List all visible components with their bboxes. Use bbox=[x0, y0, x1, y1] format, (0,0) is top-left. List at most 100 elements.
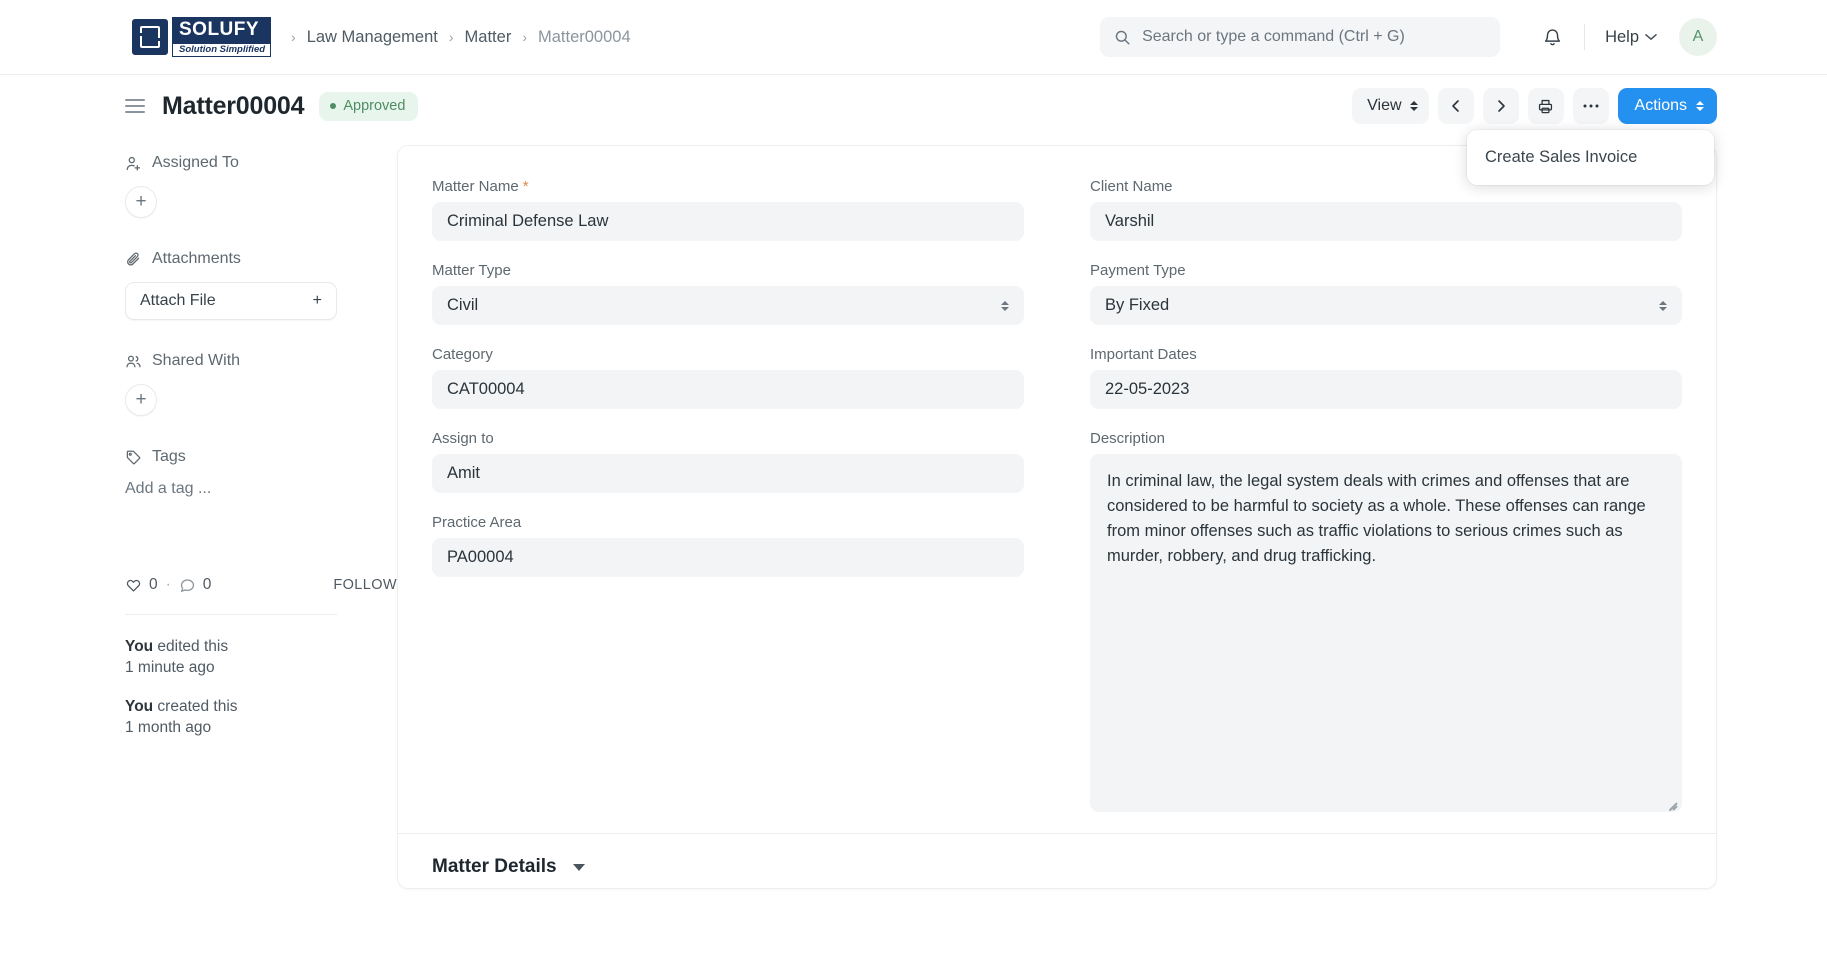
field-important-dates: Important Dates 22-05-2023 bbox=[1090, 346, 1682, 409]
shared-with-header: Shared With bbox=[125, 352, 397, 370]
help-menu[interactable]: Help bbox=[1599, 28, 1663, 47]
field-label: Payment Type bbox=[1090, 262, 1682, 279]
matter-details-title: Matter Details bbox=[432, 856, 557, 877]
description-text: In criminal law, the legal system deals … bbox=[1107, 472, 1646, 566]
chevron-up-down-icon bbox=[1659, 300, 1667, 311]
description-textarea[interactable]: In criminal law, the legal system deals … bbox=[1090, 454, 1682, 812]
comment-button[interactable]: 0 bbox=[179, 576, 212, 594]
follow-button[interactable]: FOLLOW bbox=[333, 577, 397, 593]
brand-title: SOLUFY bbox=[172, 16, 272, 43]
activity-time: 1 minute ago bbox=[125, 658, 215, 676]
payment-type-label: Payment Type bbox=[1090, 262, 1186, 279]
field-client-name: Client Name Varshil bbox=[1090, 178, 1682, 241]
top-navbar: SOLUFY Solution Simplified › Law Managem… bbox=[0, 0, 1827, 75]
breadcrumb-item-law-management[interactable]: Law Management bbox=[307, 28, 438, 47]
chevron-left-icon bbox=[1449, 99, 1463, 113]
field-label: Assign to bbox=[432, 430, 1024, 447]
description-label: Description bbox=[1090, 430, 1166, 447]
like-button[interactable]: 0 bbox=[125, 576, 158, 594]
form-column-right: Client Name Varshil Payment Type By Fixe… bbox=[1090, 178, 1682, 833]
important-dates-input[interactable]: 22-05-2023 bbox=[1090, 370, 1682, 409]
add-share-button[interactable]: + bbox=[125, 384, 157, 416]
add-tag-input[interactable]: Add a tag ... bbox=[125, 480, 397, 498]
shared-with-section: Shared With + bbox=[125, 352, 397, 416]
brand-tagline: Solution Simplified bbox=[172, 42, 272, 58]
tags-label: Tags bbox=[152, 448, 186, 465]
resize-handle[interactable] bbox=[1665, 795, 1678, 812]
attachments-section: Attachments Attach File + bbox=[125, 250, 397, 320]
tag-icon bbox=[125, 449, 142, 466]
sidebar-toggle-icon[interactable] bbox=[125, 99, 145, 113]
form-grid: Matter Name * Criminal Defense Law Matte… bbox=[432, 178, 1682, 833]
more-options-button[interactable] bbox=[1572, 88, 1609, 124]
print-button[interactable] bbox=[1527, 88, 1564, 124]
search-container[interactable] bbox=[1100, 17, 1501, 57]
actions-dropdown-menu: Create Sales Invoice bbox=[1467, 130, 1714, 185]
page-header-actions: View Actions bbox=[1352, 88, 1717, 124]
matter-name-input[interactable]: Criminal Defense Law bbox=[432, 202, 1024, 241]
status-dot-icon bbox=[330, 102, 337, 109]
activity-time: 1 month ago bbox=[125, 718, 212, 736]
field-matter-type: Matter Type Civil bbox=[432, 262, 1024, 325]
help-label: Help bbox=[1605, 27, 1639, 46]
page-title: Matter00004 bbox=[162, 91, 305, 120]
matter-name-label: Matter Name bbox=[432, 178, 519, 195]
like-count: 0 bbox=[149, 576, 158, 593]
activity-action: created this bbox=[153, 697, 238, 715]
field-label: Category bbox=[432, 346, 1024, 363]
user-plus-icon bbox=[125, 155, 142, 172]
matter-type-select[interactable]: Civil bbox=[432, 286, 1024, 325]
attach-file-button[interactable]: Attach File + bbox=[125, 282, 337, 320]
main-content: Matter Name * Criminal Defense Law Matte… bbox=[397, 137, 1717, 889]
matter-type-value: Civil bbox=[447, 296, 479, 314]
dropdown-item-create-sales-invoice[interactable]: Create Sales Invoice bbox=[1467, 139, 1714, 176]
category-label: Category bbox=[432, 346, 493, 363]
chevron-right-icon: › bbox=[291, 29, 296, 45]
client-name-input[interactable]: Varshil bbox=[1090, 202, 1682, 241]
client-name-label: Client Name bbox=[1090, 178, 1173, 195]
breadcrumb: › Law Management › Matter › Matter00004 bbox=[291, 28, 631, 47]
comment-icon bbox=[179, 577, 196, 594]
field-description: Description In criminal law, the legal s… bbox=[1090, 430, 1682, 812]
chevron-right-icon: › bbox=[522, 29, 527, 45]
social-stats-row: 0 · 0 FOLLOW bbox=[125, 576, 397, 594]
next-document-button[interactable] bbox=[1482, 88, 1519, 124]
payment-type-select[interactable]: By Fixed bbox=[1090, 286, 1682, 325]
search-icon bbox=[1114, 29, 1131, 46]
actions-button[interactable]: Actions bbox=[1617, 88, 1717, 124]
sidebar-divider bbox=[125, 614, 337, 615]
attach-file-label: Attach File bbox=[140, 292, 216, 309]
stats-separator: · bbox=[165, 576, 171, 593]
field-practice-area: Practice Area PA00004 bbox=[432, 514, 1024, 577]
section-matter-details[interactable]: Matter Details bbox=[432, 834, 1682, 888]
add-assignment-button[interactable]: + bbox=[125, 186, 157, 218]
field-label: Matter Type bbox=[432, 262, 1024, 279]
field-label: Important Dates bbox=[1090, 346, 1682, 363]
chevron-right-icon: › bbox=[448, 29, 454, 45]
search-input[interactable] bbox=[1142, 28, 1487, 46]
previous-document-button[interactable] bbox=[1437, 88, 1474, 124]
attachments-header: Attachments bbox=[125, 250, 397, 268]
category-input[interactable]: CAT00004 bbox=[432, 370, 1024, 409]
activity-actor: You bbox=[125, 697, 154, 715]
attachments-label: Attachments bbox=[152, 250, 241, 267]
chevron-right-icon bbox=[1494, 99, 1508, 113]
avatar[interactable]: A bbox=[1679, 18, 1717, 56]
status-badge-label: Approved bbox=[343, 97, 406, 114]
required-asterisk-icon: * bbox=[522, 178, 529, 195]
field-assign-to: Assign to Amit bbox=[432, 430, 1024, 493]
assign-to-input[interactable]: Amit bbox=[432, 454, 1024, 493]
practice-area-input[interactable]: PA00004 bbox=[432, 538, 1024, 577]
practice-area-label: Practice Area bbox=[432, 514, 522, 531]
page-body: Assigned To + Attachments Attach File + bbox=[0, 137, 1827, 889]
brand-mark-icon bbox=[132, 19, 168, 55]
comment-count: 0 bbox=[202, 576, 212, 593]
breadcrumb-item-current[interactable]: Matter00004 bbox=[538, 28, 631, 47]
notifications-button[interactable] bbox=[1534, 19, 1570, 55]
chevron-up-down-icon bbox=[1409, 101, 1418, 111]
field-matter-name: Matter Name * Criminal Defense Law bbox=[432, 178, 1024, 241]
view-switcher-button[interactable]: View bbox=[1352, 88, 1429, 124]
chevron-up-down-icon bbox=[1001, 300, 1009, 311]
solufy-logo[interactable]: SOLUFY Solution Simplified bbox=[132, 16, 272, 58]
breadcrumb-item-matter[interactable]: Matter bbox=[465, 28, 512, 47]
